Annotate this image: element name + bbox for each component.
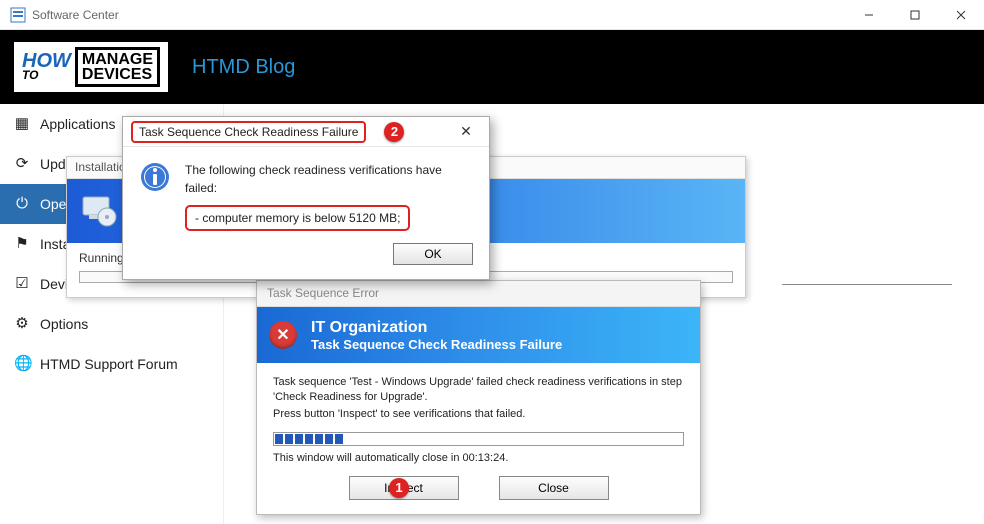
sidebar-item-label: HTMD Support Forum (40, 356, 178, 372)
grid-icon: ▦ (14, 116, 30, 132)
globe-icon: 🌐 (14, 356, 30, 372)
sidebar-item-options[interactable]: ⚙ Options (0, 304, 223, 344)
sidebar-item-label: Options (40, 316, 88, 332)
checklist-icon: ☑ (14, 276, 30, 292)
ok-button[interactable]: OK (393, 243, 473, 265)
close-error-button[interactable]: Close (499, 476, 609, 500)
callout-badge-2: 2 (384, 122, 404, 142)
computer-cd-icon (79, 191, 119, 231)
info-icon (139, 161, 171, 193)
sidebar-item-label: Applications (40, 116, 116, 132)
sidebar-item-support-forum[interactable]: 🌐 HTMD Support Forum (0, 344, 223, 384)
brand-banner: HOWTO MANAGEDEVICES HTMD Blog (0, 30, 984, 104)
blog-title: HTMD Blog (192, 56, 295, 79)
callout-badge-1: 1 (389, 478, 409, 498)
window-title: Software Center (32, 8, 119, 22)
app-icon (10, 7, 26, 23)
power-icon: ⏻ (14, 196, 30, 212)
task-sequence-error-title: Task Sequence Error (257, 281, 700, 307)
gear-icon: ⚙ (14, 316, 30, 332)
error-subtitle: Task Sequence Check Readiness Failure (311, 337, 562, 352)
check-readiness-failure-dialog: Task Sequence Check Readiness Failure 2 … (122, 116, 490, 280)
logo: HOWTO MANAGEDEVICES (14, 42, 168, 92)
failure-heading: The following check readiness verificati… (185, 161, 473, 197)
window-controls (846, 0, 984, 30)
auto-close-label: This window will automatically close in … (273, 452, 684, 464)
failure-reason: - computer memory is below 5120 MB; (185, 205, 410, 231)
org-label: IT Organization (311, 319, 562, 337)
countdown-progress-bar (273, 432, 684, 446)
error-x-icon: ✕ (269, 321, 297, 349)
maximize-button[interactable] (892, 0, 938, 30)
error-line-1: Task sequence 'Test - Windows Upgrade' f… (273, 375, 684, 405)
minimize-button[interactable] (846, 0, 892, 30)
window-titlebar: Software Center (0, 0, 984, 30)
failure-dialog-title: Task Sequence Check Readiness Failure (131, 121, 366, 143)
task-sequence-error-window: Task Sequence Error ✕ IT Organization Ta… (256, 280, 701, 515)
task-sequence-error-header: ✕ IT Organization Task Sequence Check Re… (257, 307, 700, 363)
close-icon[interactable]: ✕ (451, 123, 481, 140)
close-button[interactable] (938, 0, 984, 30)
logo-text-manage: MANAGE (82, 52, 153, 67)
error-line-2: Press button 'Inspect' to see verificati… (273, 407, 684, 422)
refresh-icon: ⟳ (14, 156, 30, 172)
logo-text-devices: DEVICES (82, 67, 153, 82)
flag-icon: ⚑ (14, 236, 30, 252)
divider (782, 284, 952, 285)
